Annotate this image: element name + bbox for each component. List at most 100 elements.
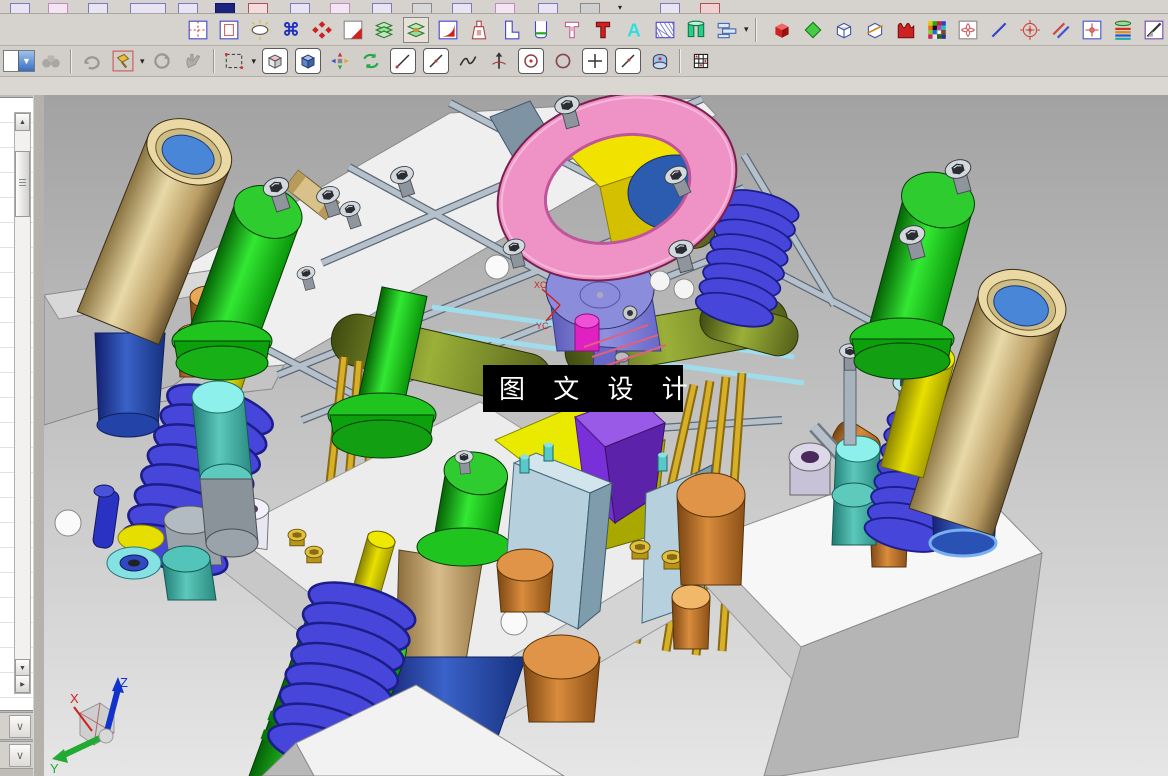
red-cube-icon[interactable] bbox=[770, 18, 794, 42]
clipped-icon[interactable] bbox=[248, 3, 268, 13]
clipped-icon[interactable] bbox=[130, 3, 166, 13]
cavity-layout-icon[interactable] bbox=[217, 18, 241, 42]
selection-dropdown-arrow[interactable]: ▾ bbox=[252, 56, 257, 67]
grid-table-icon[interactable] bbox=[689, 49, 713, 73]
hatch-pattern-icon[interactable] bbox=[653, 18, 677, 42]
pattern-star-icon[interactable] bbox=[956, 18, 980, 42]
snap-point-on-line-button[interactable] bbox=[614, 48, 641, 74]
gate-design-icon[interactable] bbox=[467, 18, 491, 42]
snap-midpoint-line-button[interactable] bbox=[422, 48, 449, 74]
triad-z-label: Z bbox=[120, 675, 128, 690]
snap-endpoint-line-button[interactable] bbox=[389, 48, 416, 74]
clipped-icon[interactable] bbox=[290, 3, 310, 13]
shaded-cube-button[interactable] bbox=[261, 48, 288, 74]
cue-status-strip bbox=[0, 77, 1168, 96]
crosshair-circle-icon[interactable] bbox=[1018, 18, 1042, 42]
parting-surface-icon[interactable] bbox=[248, 18, 272, 42]
clipped-overflow-arrow[interactable]: ▾ bbox=[618, 3, 628, 13]
clipped-icon[interactable] bbox=[372, 3, 392, 13]
triad-x-label: X bbox=[70, 691, 79, 706]
navy-cylinder-left-bottom bbox=[96, 412, 160, 438]
color-grid-icon[interactable] bbox=[925, 18, 949, 42]
flashlight-dropdown-arrow[interactable]: ▾ bbox=[140, 56, 145, 67]
clipped-icon[interactable] bbox=[412, 3, 432, 13]
binoculars-icon[interactable] bbox=[39, 49, 63, 73]
clipped-icon[interactable] bbox=[660, 3, 680, 13]
snap-curve-icon[interactable] bbox=[456, 49, 480, 73]
wireframe-cube-icon[interactable] bbox=[832, 18, 856, 42]
trim-part-icon[interactable] bbox=[560, 18, 584, 42]
layer-colors-icon[interactable] bbox=[1111, 18, 1135, 42]
white-knob bbox=[673, 278, 695, 300]
3d-viewport[interactable]: XC YC 图 文 设 计 X Y Z bbox=[43, 92, 1168, 776]
insert-corner-icon[interactable] bbox=[341, 18, 365, 42]
panel-scrollbar[interactable]: ▲ ▼ ▶ bbox=[14, 112, 31, 694]
clipped-icon[interactable] bbox=[580, 3, 600, 13]
snap-vertical-arrow-icon[interactable] bbox=[487, 49, 511, 73]
ejector-pin-icon[interactable] bbox=[591, 18, 615, 42]
pocket-command-icon[interactable]: ⌘ bbox=[279, 18, 303, 42]
snap-toolbar: ▼ ▾ ▾ bbox=[0, 46, 1168, 77]
move-arrows-color-icon[interactable] bbox=[328, 49, 352, 73]
chevron-down-icon[interactable]: ∨ bbox=[9, 744, 31, 767]
fillet-icon[interactable] bbox=[436, 18, 460, 42]
collapsed-toolbar-row[interactable]: ∨ bbox=[0, 712, 34, 740]
combo-dropdown-button[interactable]: ▼ bbox=[18, 51, 34, 71]
clipped-icon[interactable] bbox=[700, 3, 720, 13]
pillar-a-flange-bottom bbox=[175, 345, 269, 381]
chevron-down-icon[interactable]: ∨ bbox=[9, 715, 31, 738]
toolbar-overflow-arrow[interactable]: ▾ bbox=[744, 24, 749, 35]
section-view-icon[interactable] bbox=[863, 18, 887, 42]
white-knob bbox=[484, 254, 510, 280]
clipped-icon[interactable] bbox=[48, 3, 68, 13]
view-box-icon[interactable] bbox=[1142, 18, 1166, 42]
scroll-up-button[interactable]: ▲ bbox=[15, 113, 30, 131]
svg-text:⌘: ⌘ bbox=[282, 19, 300, 39]
lavender-washer-right bbox=[788, 442, 832, 496]
datum-box-icon[interactable] bbox=[1080, 18, 1104, 42]
clipped-icon[interactable] bbox=[10, 3, 30, 13]
cycle-arrows-green-icon[interactable] bbox=[359, 49, 383, 73]
wireframe-shaded-cube-button[interactable] bbox=[294, 48, 321, 74]
parallel-lines-icon[interactable] bbox=[1049, 18, 1073, 42]
snap-circle-center-button[interactable] bbox=[517, 48, 544, 74]
wcs-yc-label: YC bbox=[536, 321, 549, 331]
pillar-b-flange-bottom bbox=[853, 342, 951, 380]
runner-icon[interactable] bbox=[498, 18, 522, 42]
cad-application-window: { "app": {"type": "3d-cad-mold-design-wo… bbox=[0, 0, 1168, 776]
scroll-right-button[interactable]: ▶ bbox=[15, 675, 30, 693]
snap-face-icon[interactable] bbox=[648, 49, 672, 73]
clipped-icon[interactable] bbox=[178, 3, 198, 13]
clipped-icon-selected[interactable] bbox=[215, 3, 235, 13]
pocket-insert-icon[interactable] bbox=[684, 18, 708, 42]
slide-core-link-icon[interactable] bbox=[402, 16, 429, 43]
clipped-icon[interactable] bbox=[495, 3, 515, 13]
clipped-icon[interactable] bbox=[452, 3, 472, 13]
bom-list-icon[interactable] bbox=[715, 18, 739, 42]
pan-hand-icon[interactable] bbox=[181, 49, 205, 73]
collapsed-toolbar-row[interactable]: ∨ bbox=[0, 741, 34, 769]
annotation-letter-icon[interactable]: A bbox=[622, 18, 646, 42]
flashlight-filter-icon[interactable] bbox=[111, 49, 135, 73]
scroll-thumb[interactable] bbox=[15, 151, 30, 217]
snap-intersection-button[interactable] bbox=[581, 48, 608, 74]
pillar-c-flange-bottom bbox=[331, 419, 433, 459]
gold-bolt bbox=[629, 540, 651, 560]
mold-base-icon[interactable] bbox=[186, 18, 210, 42]
rotate-icon[interactable] bbox=[150, 49, 174, 73]
diagonal-line-icon[interactable] bbox=[987, 18, 1011, 42]
snap-circle-icon[interactable] bbox=[551, 49, 575, 73]
selection-scope-combo[interactable]: ▼ bbox=[3, 50, 35, 72]
clipped-icon[interactable] bbox=[538, 3, 558, 13]
redo-icon[interactable] bbox=[80, 49, 104, 73]
selection-rectangle-icon[interactable] bbox=[222, 49, 246, 73]
clipped-icon[interactable] bbox=[88, 3, 108, 13]
mold-wizard-toolbar: ⌘ A ▾ bbox=[0, 14, 1168, 46]
clipped-icon[interactable] bbox=[330, 3, 350, 13]
standard-parts-icon[interactable] bbox=[310, 18, 334, 42]
cavity-core-icon[interactable] bbox=[894, 18, 918, 42]
docked-list[interactable]: ▲ ▼ ▶ bbox=[0, 97, 34, 711]
cooling-channel-icon[interactable] bbox=[529, 18, 553, 42]
slide-core-icon[interactable] bbox=[372, 18, 396, 42]
green-diamond-icon[interactable] bbox=[801, 18, 825, 42]
